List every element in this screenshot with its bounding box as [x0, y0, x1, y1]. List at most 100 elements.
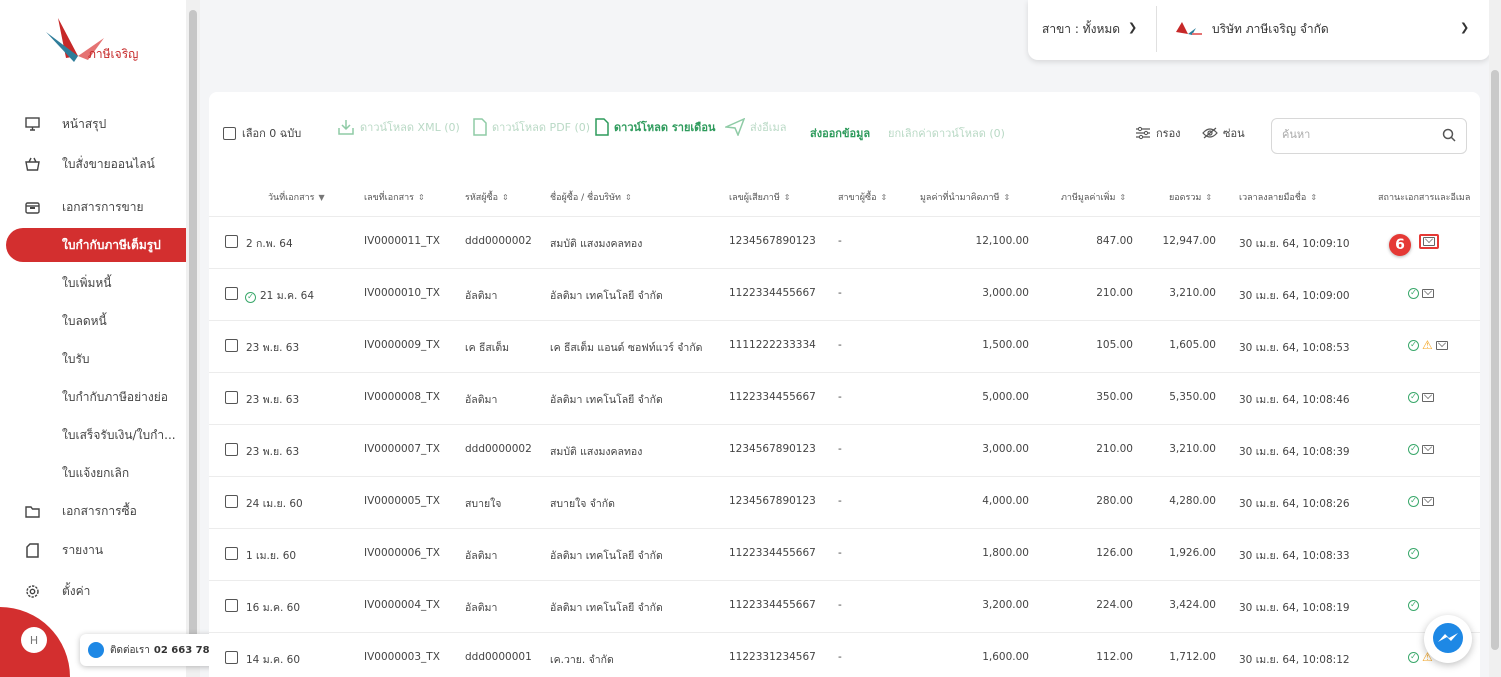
sidebar-item-settings[interactable]: ตั้งค่า [0, 574, 186, 608]
cell-name: สมบัติ แสงมงคลทอง [550, 446, 643, 458]
row-checkbox[interactable] [225, 547, 238, 560]
sidebar-item-online-orders[interactable]: ใบสั่งขายออนไลน์ [0, 147, 186, 181]
cell-signed: 30 เม.ย. 64, 10:08:39 [1239, 446, 1350, 458]
warning-icon[interactable]: ⚠ [1422, 339, 1433, 351]
row-checkbox[interactable] [225, 495, 238, 508]
col-header-sign-time[interactable]: เวลาลงลายมือชื่อ ⇕ [1239, 190, 1317, 204]
cell-date: 23 พ.ย. 63 [246, 446, 300, 458]
sidebar-item-cancel-notice[interactable]: ใบแจ้งยกเลิก [0, 456, 186, 490]
mail-icon[interactable] [1422, 444, 1434, 454]
filter-button[interactable]: กรอง [1135, 124, 1181, 142]
table-row[interactable]: 23 พ.ย. 63 IV0000009_TX เค ธีสเต็ม เค ธีสเต… [209, 320, 1480, 372]
cell-base: 4,000.00 [982, 495, 1029, 507]
check-circle-icon[interactable]: ✓ [1408, 599, 1419, 611]
table-row[interactable]: 16 ม.ค. 60 IV0000004_TX อัลติมา อัลติมา เทค… [209, 580, 1480, 632]
company-select[interactable]: บริษัท ภาษีเจริญ จำกัด [1212, 20, 1329, 39]
contact-button[interactable]: ติดต่อเรา 02 663 7895 [80, 634, 230, 666]
select-all[interactable]: เลือก 0 ฉบับ [223, 124, 301, 142]
cell-signed: 30 เม.ย. 64, 10:08:53 [1239, 342, 1350, 354]
table-row[interactable]: 2 ก.พ. 64 IV0000011_TX ddd0000002 สมบัติ แส… [209, 216, 1480, 268]
chevron-down-icon[interactable]: ❯ [1460, 21, 1469, 34]
table-row[interactable]: 23 พ.ย. 63 IV0000007_TX ddd0000002 สมบัติ แ… [209, 424, 1480, 476]
col-header-taxable-value[interactable]: มูลค่าที่นำมาคิดภาษี ⇕ [920, 190, 1010, 204]
sidebar-item-credit-note[interactable]: ใบลดหนี้ [0, 304, 186, 338]
logo-text: ภาษีเจริญ [88, 47, 138, 61]
mail-icon[interactable] [1422, 392, 1434, 402]
sidebar-item-dashboard[interactable]: หน้าสรุป [0, 107, 186, 141]
sidebar-item-abbreviated-tax-invoice[interactable]: ใบกำกับภาษีอย่างย่อ [0, 380, 186, 414]
cancel-download-button[interactable]: ยกเลิกค่าดาวน์โหลด (0) [888, 124, 1005, 142]
sidebar-scrollbar[interactable] [186, 0, 200, 677]
sidebar-item-receipt[interactable]: ใบรับ [0, 342, 186, 376]
mail-icon[interactable] [1435, 340, 1448, 350]
sidebar-item-debit-note[interactable]: ใบเพิ่มหนี้ [0, 266, 186, 300]
branch-select[interactable]: สาขา : ทั้งหมด [1042, 20, 1120, 39]
col-header-buyer-branch[interactable]: สาขาผู้ซื้อ ⇕ [838, 190, 887, 204]
sidebar-item-full-tax-invoice[interactable]: ใบกำกับภาษีเต็มรูป [6, 228, 186, 262]
check-circle-icon[interactable]: ✓ [1408, 391, 1419, 403]
sidebar-item-reports[interactable]: รายงาน [0, 533, 186, 567]
cell-tax: 1122334455667 [729, 547, 816, 559]
col-header-doc-number[interactable]: เลขที่เอกสาร ⇕ [364, 190, 425, 204]
sort-icon: ⇕ [1003, 193, 1011, 202]
page-scrollbar[interactable] [1489, 0, 1501, 677]
search-box[interactable] [1271, 118, 1467, 154]
sidebar-item-receipt-tax-invoice[interactable]: ใบเสร็จรับเงิน/ใบกำ... [0, 418, 186, 452]
check-circle-icon[interactable]: ✓ [1408, 339, 1419, 351]
col-header-total[interactable]: ยอดรวม ⇕ [1169, 190, 1212, 204]
row-checkbox[interactable] [225, 287, 238, 300]
select-all-checkbox[interactable] [223, 126, 236, 140]
cell-signed: 30 เม.ย. 64, 10:08:26 [1239, 498, 1350, 510]
export-data-button[interactable]: ส่งออกข้อมูล [810, 124, 870, 142]
row-checkbox[interactable] [225, 391, 238, 404]
cell-branch: - [838, 547, 842, 559]
avatar[interactable]: H [21, 627, 47, 653]
download-pdf-button[interactable]: ดาวน์โหลด PDF (0) [473, 118, 590, 136]
cell-doc: IV0000009_TX [364, 339, 440, 351]
table-row[interactable]: 1 เม.ย. 60 IV0000006_TX อัลติมา อัลติมา เทค… [209, 528, 1480, 580]
check-circle-icon[interactable]: ✓ [1408, 651, 1419, 663]
download-monthly-button[interactable]: ดาวน์โหลด รายเดือน [595, 118, 715, 136]
table-row[interactable]: ✓ 21 ม.ค. 64 IV0000010_TX อัลติมา อัลติมา เท… [209, 268, 1480, 320]
row-checkbox[interactable] [225, 235, 238, 248]
hide-columns-button[interactable]: ซ่อน [1202, 124, 1245, 142]
row-checkbox[interactable] [225, 599, 238, 612]
status-icons: ✓ [1408, 283, 1434, 303]
mail-icon[interactable] [1423, 236, 1435, 246]
col-header-tax-id[interactable]: เลขผู้เสียภาษี ⇕ [729, 190, 790, 204]
cell-vat: 112.00 [1096, 651, 1133, 663]
table-row[interactable]: 24 เม.ย. 60 IV0000005_TX สบายใจ สบายใจ จำกั… [209, 476, 1480, 528]
mail-icon[interactable] [1422, 288, 1434, 298]
row-checkbox[interactable] [225, 339, 238, 352]
cell-name: อัลติมา เทคโนโลยี จำกัด [550, 290, 663, 302]
email-status-highlight[interactable] [1419, 233, 1439, 249]
search-input[interactable] [1282, 128, 1432, 141]
download-xml-button[interactable]: ดาวน์โหลด XML (0) [337, 118, 460, 136]
page-scrollbar-thumb[interactable] [1491, 70, 1499, 650]
col-header-buyer-name[interactable]: ชื่อผู้ซื้อ / ชื่อบริษัท ⇕ [550, 190, 632, 204]
messenger-chat-button[interactable] [1424, 615, 1472, 663]
row-checkbox[interactable] [225, 443, 238, 456]
sidebar-item-purchase-docs[interactable]: เอกสารการซื้อ [0, 494, 186, 528]
sidebar-item-sales-docs[interactable]: เอกสารการขาย [0, 190, 186, 224]
chevron-down-icon[interactable]: ❯ [1128, 21, 1137, 34]
table-row[interactable]: 23 พ.ย. 63 IV0000008_TX อัลติมา อัลติมา เทค… [209, 372, 1480, 424]
col-header-vat[interactable]: ภาษีมูลค่าเพิ่ม ⇕ [1061, 190, 1126, 204]
cell-total: 1,712.00 [1169, 651, 1216, 663]
search-icon[interactable] [1442, 128, 1456, 145]
table-row[interactable]: 14 ม.ค. 60 IV0000003_TX ddd0000001 เค.วาย. … [209, 632, 1480, 677]
sidebar-item-label: ใบสั่งขายออนไลน์ [62, 156, 155, 171]
row-checkbox[interactable] [225, 651, 238, 664]
sort-icon: ⇕ [624, 193, 632, 202]
check-circle-icon[interactable]: ✓ [1408, 495, 1419, 507]
check-circle-icon[interactable]: ✓ [1408, 547, 1419, 559]
check-circle-icon[interactable]: ✓ [1408, 287, 1419, 299]
download-icon [337, 118, 355, 136]
cell-total: 3,210.00 [1169, 287, 1216, 299]
mail-icon[interactable] [1422, 496, 1434, 506]
sidebar-scrollbar-thumb[interactable] [189, 10, 197, 650]
col-header-buyer-code[interactable]: รหัสผู้ซื้อ ⇕ [465, 190, 509, 204]
check-circle-icon[interactable]: ✓ [1408, 443, 1419, 455]
send-email-button[interactable]: ส่งอีเมล [725, 118, 786, 136]
col-header-date[interactable]: วันที่เอกสาร ▼ [268, 190, 325, 204]
